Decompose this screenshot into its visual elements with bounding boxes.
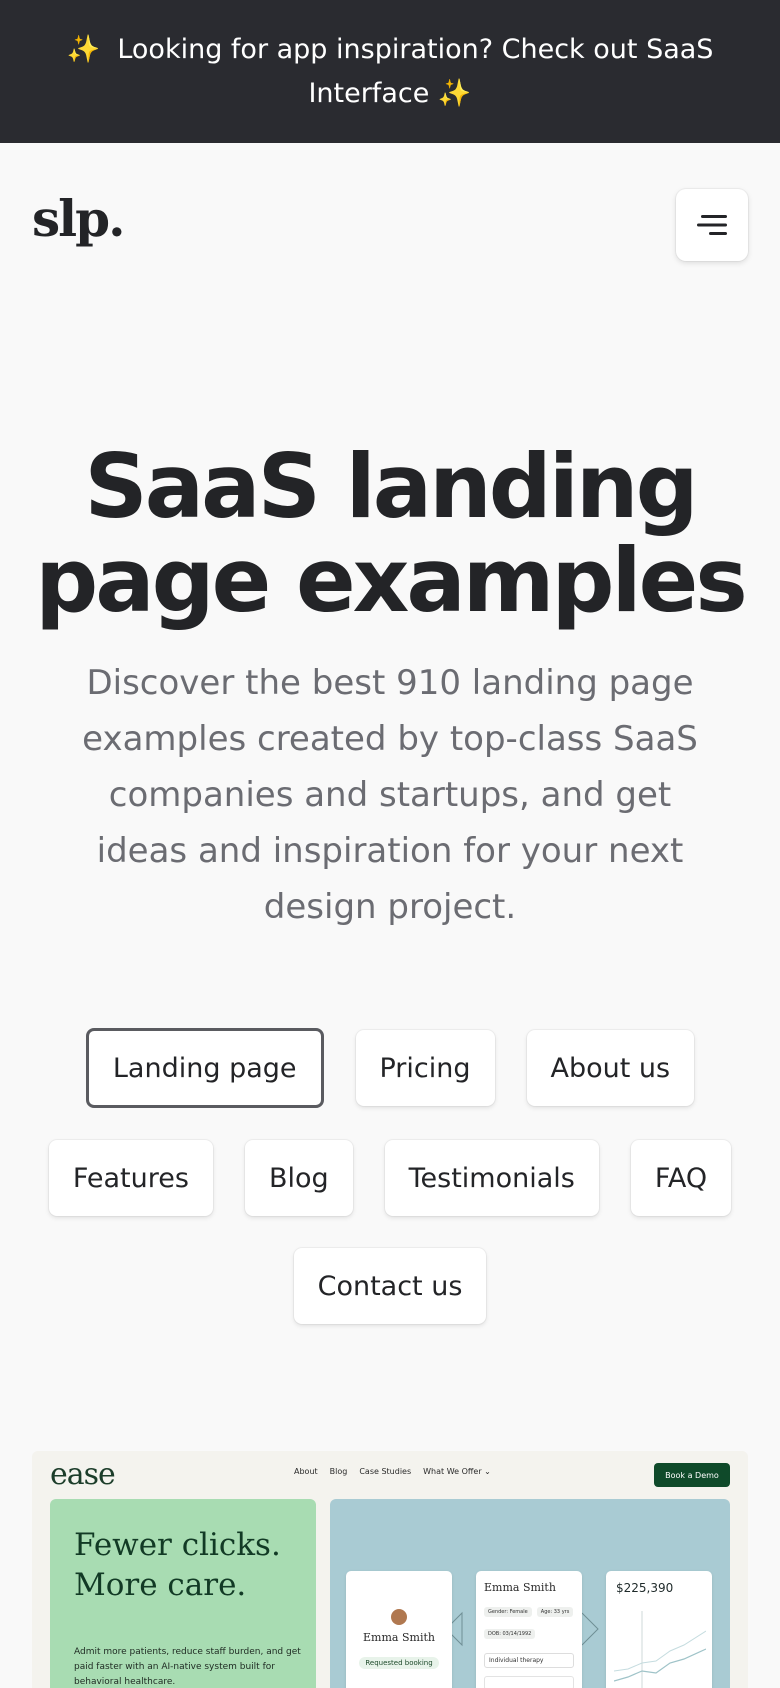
- preview-headline: Fewer clicks. More care.: [74, 1527, 281, 1603]
- tag-row: Landing page Pricing About us: [0, 1028, 780, 1108]
- tag-landing-page[interactable]: Landing page: [85, 1028, 324, 1108]
- site-header: slp.: [0, 143, 780, 303]
- tag-features[interactable]: Features: [48, 1140, 213, 1216]
- tag-blog[interactable]: Blog: [244, 1140, 353, 1216]
- preview-input: [484, 1676, 574, 1688]
- preview-nav-item: Blog: [329, 1467, 348, 1476]
- tag-testimonials[interactable]: Testimonials: [384, 1140, 599, 1216]
- tag-row: Contact us: [0, 1248, 780, 1324]
- preview-hero-panel: Fewer clicks. More care. Admit more pati…: [50, 1499, 316, 1688]
- preview-select-value: Individual therapy: [489, 1657, 544, 1664]
- page-title: SaaS landing page examples: [35, 435, 747, 632]
- status-badge: Requested booking: [359, 1657, 439, 1669]
- avatar: [391, 1609, 407, 1625]
- sparkle-icon: ✨: [437, 77, 472, 109]
- preview-chip: Gender: Female: [484, 1607, 532, 1617]
- menu-button[interactable]: [676, 189, 748, 261]
- preview-logo: ease: [50, 1457, 116, 1492]
- tag-contact-us[interactable]: Contact us: [293, 1248, 487, 1324]
- preview-nav-item: What We Offer ⌄: [423, 1467, 491, 1476]
- preview-nav-item: About: [294, 1467, 318, 1476]
- page-subtitle: Discover the best 910 landing page examp…: [82, 663, 698, 927]
- preview-cta: Book a Demo: [654, 1463, 730, 1487]
- preview-nav-item: Case Studies: [359, 1467, 412, 1476]
- preview-card-details: Emma Smith Gender: Female Age: 33 yrs DO…: [476, 1571, 582, 1688]
- preview-body: Admit more patients, reduce staff burden…: [74, 1647, 301, 1687]
- tag-pricing[interactable]: Pricing: [355, 1030, 495, 1106]
- preview-card-revenue: $225,390: [606, 1571, 712, 1688]
- menu-icon: [697, 215, 727, 235]
- announcement-banner[interactable]: ✨ Looking for app inspiration? Check out…: [0, 0, 780, 143]
- site-logo[interactable]: slp.: [32, 189, 126, 248]
- preview-card-name: Emma Smith: [363, 1631, 435, 1644]
- banner-label: Looking for app inspiration? Check out S…: [117, 33, 714, 109]
- mini-chart: [614, 1611, 706, 1688]
- tag-row: Features Blog Testimonials FAQ: [0, 1140, 780, 1216]
- preview-chip: DOB: 03/14/1992: [484, 1629, 536, 1639]
- preview-card-name: Emma Smith: [484, 1581, 556, 1594]
- preview-amount: $225,390: [616, 1581, 674, 1595]
- tag-about-us[interactable]: About us: [526, 1030, 695, 1106]
- banner-text[interactable]: ✨ Looking for app inspiration? Check out…: [50, 28, 730, 116]
- tag-faq[interactable]: FAQ: [630, 1140, 732, 1216]
- preview-nav: About Blog Case Studies What We Offer ⌄: [294, 1467, 491, 1476]
- example-preview-card[interactable]: ease About Blog Case Studies What We Off…: [32, 1451, 748, 1688]
- preview-select: Individual therapy: [484, 1653, 574, 1668]
- preview-chip: Age: 33 yrs: [536, 1607, 574, 1617]
- preview-card-patient: Emma Smith Requested booking: [346, 1571, 452, 1688]
- sparkle-icon: ✨: [66, 33, 101, 65]
- category-tags: Landing page Pricing About us Features B…: [0, 1028, 780, 1356]
- preview-product-panel: Emma Smith Requested booking Emma Smith …: [330, 1499, 730, 1688]
